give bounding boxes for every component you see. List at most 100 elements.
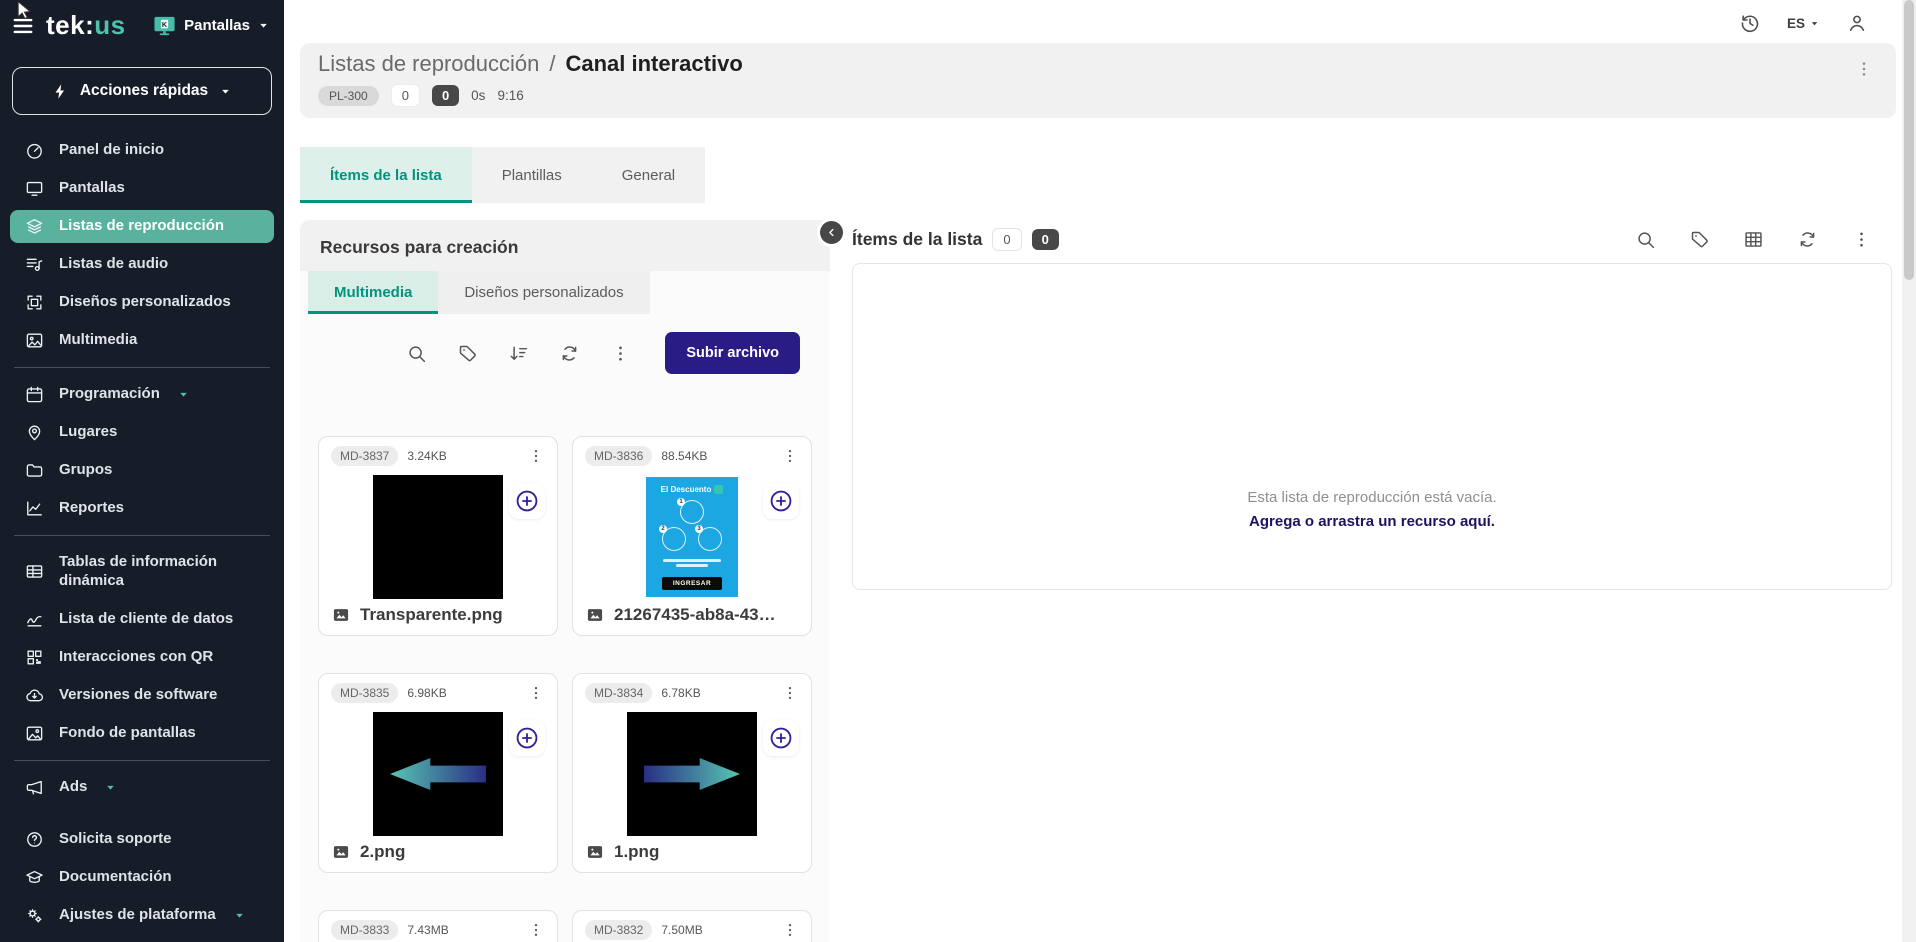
- sidebar-item-panel-de-inicio[interactable]: Panel de inicio: [10, 134, 274, 167]
- sidebar-item-grupos[interactable]: Grupos: [10, 454, 274, 487]
- search-icon[interactable]: [406, 343, 427, 364]
- sidebar-item-pantallas[interactable]: Pantallas: [10, 172, 274, 205]
- upload-file-button[interactable]: Subir archivo: [665, 332, 800, 374]
- resource-card[interactable]: MD-38337.43MB: [318, 910, 558, 942]
- tag-icon[interactable]: [1689, 229, 1710, 250]
- thumbnail-image: [627, 712, 757, 836]
- sidebar-item-listas-de-reproduccion[interactable]: Listas de reproducción: [10, 210, 274, 243]
- kebab-icon[interactable]: [527, 684, 545, 702]
- kebab-icon[interactable]: [781, 684, 799, 702]
- sidebar-item-interacciones-con-qr[interactable]: Interacciones con QR: [10, 641, 274, 674]
- sync-icon[interactable]: [559, 343, 580, 364]
- kebab-icon[interactable]: [527, 447, 545, 465]
- dashboard-icon: [25, 141, 44, 160]
- count-dark-badge: 0: [432, 85, 459, 106]
- sidebar-item-lista-de-cliente-de-datos[interactable]: Lista de cliente de datos: [10, 603, 274, 636]
- user-account-icon[interactable]: [1846, 12, 1868, 34]
- tab-plantillas[interactable]: Plantillas: [472, 147, 592, 203]
- sidebar-item-lugares[interactable]: Lugares: [10, 416, 274, 449]
- collapse-panel-button[interactable]: [820, 221, 843, 244]
- main-content: ES Listas de reproducción / Canal intera…: [284, 0, 1916, 942]
- kebab-icon[interactable]: [781, 447, 799, 465]
- sidebar-item-disenos-personalizados[interactable]: Diseños personalizados: [10, 286, 274, 319]
- resource-card[interactable]: MD-38373.24KBTransparente.png: [318, 436, 558, 636]
- layers-icon: [25, 217, 44, 236]
- kebab-icon[interactable]: [1851, 229, 1872, 250]
- add-resource-button[interactable]: [763, 483, 799, 519]
- resources-content: Subir archivo MD-38373.24KBTransparente.…: [300, 314, 830, 942]
- chevron-down-icon: [104, 781, 117, 794]
- scrollbar-thumb[interactable]: [1904, 0, 1914, 280]
- add-resource-button[interactable]: [763, 720, 799, 756]
- sidebar-item-solicita-soporte[interactable]: Solicita soporte: [10, 823, 274, 856]
- sidebar-item-label: Documentación: [59, 868, 172, 887]
- quick-actions-button[interactable]: Acciones rápidas: [12, 67, 272, 115]
- resource-card[interactable]: MD-38356.98KB2.png: [318, 673, 558, 873]
- sync-icon[interactable]: [1797, 229, 1818, 250]
- resource-card[interactable]: MD-38346.78KB1.png: [572, 673, 812, 873]
- chevron-down-icon: [1809, 18, 1820, 29]
- tab-label: General: [622, 167, 675, 184]
- resource-size: 3.24KB: [407, 449, 446, 463]
- breadcrumb-parent[interactable]: Listas de reproducción: [318, 51, 539, 77]
- sidebar-item-ajustes-de-plataforma[interactable]: Ajustes de plataforma: [10, 899, 274, 932]
- language-selector[interactable]: ES: [1787, 16, 1820, 31]
- screen-selector-dropdown[interactable]: K Pantallas: [152, 14, 270, 37]
- tab-disenos-personalizados[interactable]: Diseños personalizados: [438, 271, 649, 314]
- thumbnail-image: El Descuento123INGRESAR: [646, 477, 738, 597]
- arrow-right-graphic: [644, 755, 740, 793]
- poster-cta: INGRESAR: [662, 577, 722, 590]
- page-scrollbar[interactable]: [1902, 0, 1916, 942]
- pin-icon: [25, 423, 44, 442]
- resource-id-badge: MD-3837: [331, 446, 398, 466]
- sidebar-item-label: Lista de cliente de datos: [59, 610, 233, 629]
- kebab-icon[interactable]: [1854, 59, 1874, 79]
- sidebar-item-ads[interactable]: Ads: [10, 771, 274, 804]
- sidebar-item-reportes[interactable]: Reportes: [10, 492, 274, 525]
- sidebar-item-fondo-de-pantallas[interactable]: Fondo de pantallas: [10, 717, 274, 750]
- kebab-icon[interactable]: [781, 921, 799, 939]
- search-icon[interactable]: [1635, 229, 1656, 250]
- sidebar-item-programacion[interactable]: Programación: [10, 378, 274, 411]
- cloud-download-icon: [25, 686, 44, 705]
- count-dark-badge: 0: [1032, 229, 1059, 250]
- qr-icon: [25, 648, 44, 667]
- quick-actions-label: Acciones rápidas: [80, 82, 208, 100]
- history-icon[interactable]: [1739, 12, 1761, 34]
- grid-icon[interactable]: [1743, 229, 1764, 250]
- resource-card[interactable]: MD-38327.50MB: [572, 910, 812, 942]
- resource-card-header: MD-38346.78KB: [573, 674, 811, 712]
- tab-multimedia[interactable]: Multimedia: [308, 271, 438, 314]
- resource-card[interactable]: MD-383688.54KBEl Descuento123INGRESAR212…: [572, 436, 812, 636]
- resource-thumbnail: [319, 475, 557, 599]
- resource-id-badge: MD-3835: [331, 683, 398, 703]
- playlist-dropzone[interactable]: Esta lista de reproducción está vacía. A…: [852, 263, 1892, 590]
- folder-icon: [25, 461, 44, 480]
- sort-icon[interactable]: [508, 343, 529, 364]
- plus-icon: [514, 725, 540, 751]
- sidebar-item-tablas-de-informacion-dinamica[interactable]: Tablas de información dinámica: [10, 546, 274, 598]
- tab-general[interactable]: General: [592, 147, 705, 203]
- resource-thumbnail: [573, 712, 811, 836]
- topbar-actions: ES: [1739, 12, 1868, 34]
- add-resource-button[interactable]: [509, 483, 545, 519]
- resource-id-badge: MD-3834: [585, 683, 652, 703]
- kebab-icon[interactable]: [527, 921, 545, 939]
- thumbnail-image: [373, 475, 503, 599]
- sidebar-item-listas-de-audio[interactable]: Listas de audio: [10, 248, 274, 281]
- playlist-items-header: Ítems de la lista 0 0: [852, 228, 1892, 251]
- empty-state-action-text[interactable]: Agrega o arrastra un recurso aquí.: [853, 513, 1891, 530]
- sidebar-item-documentacion[interactable]: Documentación: [10, 861, 274, 894]
- tag-icon[interactable]: [457, 343, 478, 364]
- sidebar-item-multimedia[interactable]: Multimedia: [10, 324, 274, 357]
- breadcrumb-current: Canal interactivo: [565, 51, 742, 77]
- tab-items-de-la-lista[interactable]: Ítems de la lista: [300, 147, 472, 203]
- playlist-code-badge: PL-300: [318, 86, 379, 106]
- sidebar-item-versiones-de-software[interactable]: Versiones de software: [10, 679, 274, 712]
- add-resource-button[interactable]: [509, 720, 545, 756]
- poster-title: El Descuento: [661, 485, 724, 494]
- app-logo[interactable]: tek:us: [46, 10, 126, 41]
- breadcrumb: Listas de reproducción / Canal interacti…: [318, 51, 1878, 77]
- kebab-icon[interactable]: [610, 343, 631, 364]
- sidebar-item-label: Lugares: [59, 423, 117, 442]
